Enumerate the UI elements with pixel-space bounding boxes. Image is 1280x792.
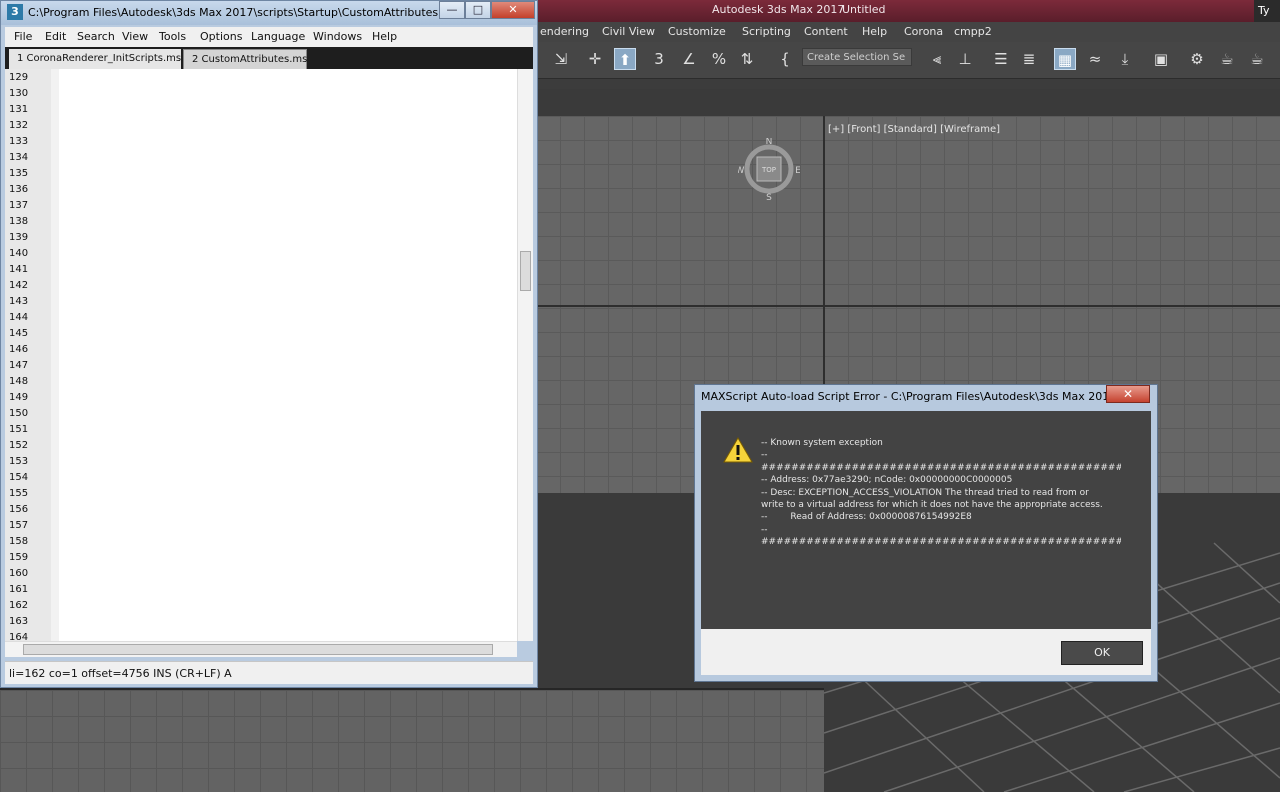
editor-status-bar: li=162 co=1 offset=4756 INS (CR+LF) A xyxy=(5,661,533,684)
menu-tools[interactable]: Tools xyxy=(159,30,186,43)
scene-explorer-icon[interactable]: ☰ xyxy=(990,48,1012,70)
code-area[interactable]: 129 130 131 132 133 134 135 136 137 138 … xyxy=(5,69,517,641)
warning-icon xyxy=(723,437,753,463)
editor-title: C:\Program Files\Autodesk\3ds Max 2017\s… xyxy=(28,6,480,19)
dialog-body: -- Known system exception -- ###########… xyxy=(701,411,1151,629)
editor-tabs: 1 CoronaRenderer_InitScripts.ms 2 Custom… xyxy=(5,47,533,69)
vertical-scrollbar[interactable] xyxy=(517,69,533,641)
editor-menu-bar: File Edit Search View Tools Options Lang… xyxy=(5,27,533,48)
max-menu-rendering[interactable]: endering xyxy=(540,25,589,38)
horizontal-scrollbar[interactable] xyxy=(5,641,517,657)
spinner-snap-icon[interactable]: ⇅ xyxy=(736,48,758,70)
compass-east: E xyxy=(795,166,800,176)
maximize-button[interactable]: □ xyxy=(465,1,491,19)
select-object-icon[interactable]: ⬆ xyxy=(614,48,636,70)
menu-help[interactable]: Help xyxy=(372,30,397,43)
minimize-button[interactable]: — xyxy=(439,1,465,19)
compass-north: N xyxy=(766,138,773,147)
render-setup-icon[interactable]: ⚙ xyxy=(1186,48,1208,70)
menu-search[interactable]: Search xyxy=(77,30,115,43)
max-app-title: Autodesk 3ds Max 2017 xyxy=(712,3,845,16)
dialog-footer: OK xyxy=(701,629,1151,675)
max-menu-scripting[interactable]: Scripting xyxy=(742,25,791,38)
error-message: -- Known system exception -- ###########… xyxy=(761,438,1121,548)
code-lines xyxy=(5,69,517,641)
max-menu-help[interactable]: Help xyxy=(862,25,887,38)
compass-west: W xyxy=(738,166,745,176)
ok-button[interactable]: OK xyxy=(1061,641,1143,665)
max-file-title: Untitled xyxy=(842,3,886,16)
max-menu-corona[interactable]: Corona xyxy=(904,25,943,38)
max-menu-customize[interactable]: Customize xyxy=(668,25,726,38)
selection-set-dropdown[interactable]: Create Selection Se xyxy=(802,48,912,66)
menu-file[interactable]: File xyxy=(14,30,32,43)
viewport-label[interactable]: [+] [Front] [Standard] [Wireframe] xyxy=(828,124,1000,135)
rendered-frame-icon[interactable]: ☕ xyxy=(1216,48,1238,70)
max-menu-civil-view[interactable]: Civil View xyxy=(602,25,655,38)
mirror-icon[interactable]: ⫷ xyxy=(926,48,948,70)
editor-app-icon: 3 xyxy=(7,4,23,20)
schematic-view-icon[interactable]: ⤓ xyxy=(1114,48,1136,70)
maxscript-editor-window: 3 C:\Program Files\Autodesk\3ds Max 2017… xyxy=(0,0,538,688)
compass-south: S xyxy=(766,193,772,200)
editor-title-bar[interactable]: 3 C:\Program Files\Autodesk\3ds Max 2017… xyxy=(1,1,537,25)
close-button[interactable]: ✕ xyxy=(491,1,535,19)
menu-language[interactable]: Language xyxy=(251,30,305,43)
max-title-right: Ty xyxy=(1254,0,1280,22)
move-icon[interactable]: ✛ xyxy=(584,48,606,70)
viewcube-compass-icon[interactable]: TOP N S E W xyxy=(738,138,800,200)
vertical-scroll-thumb[interactable] xyxy=(520,251,531,291)
menu-options[interactable]: Options xyxy=(200,30,242,43)
link-icon[interactable]: ⇲ xyxy=(550,48,572,70)
menu-edit[interactable]: Edit xyxy=(45,30,66,43)
max-menu-cmpp2[interactable]: cmpp2 xyxy=(954,25,992,38)
dialog-close-button[interactable]: ✕ xyxy=(1106,385,1150,403)
angle-snap-icon[interactable]: ∠ xyxy=(678,48,700,70)
edit-named-selections-icon[interactable]: { xyxy=(774,48,796,70)
tab-custom-attributes[interactable]: 2 CustomAttributes.ms xyxy=(183,49,307,69)
menu-view[interactable]: View xyxy=(122,30,148,43)
viewcube-top-label: TOP xyxy=(761,166,776,174)
max-menu-content[interactable]: Content xyxy=(804,25,848,38)
dialog-title: MAXScript Auto-load Script Error - C:\Pr… xyxy=(701,390,1143,403)
ribbon-icon[interactable]: ▦ xyxy=(1054,48,1076,70)
menu-windows[interactable]: Windows xyxy=(313,30,362,43)
left-viewport[interactable] xyxy=(0,690,830,792)
curve-editor-icon[interactable]: ≈ xyxy=(1084,48,1106,70)
tab-corona-init-scripts[interactable]: 1 CoronaRenderer_InitScripts.ms xyxy=(9,49,181,69)
status-text: li=162 co=1 offset=4756 INS (CR+LF) A xyxy=(9,667,232,680)
render-icon[interactable]: ☕ xyxy=(1246,48,1268,70)
layer-explorer-icon[interactable]: ≣ xyxy=(1018,48,1040,70)
horizontal-scroll-thumb[interactable] xyxy=(23,644,493,655)
snap-3d-icon[interactable]: 3 xyxy=(648,48,670,70)
material-editor-icon[interactable]: ▣ xyxy=(1150,48,1172,70)
script-error-dialog: MAXScript Auto-load Script Error - C:\Pr… xyxy=(694,384,1158,682)
viewport-divider-horizontal xyxy=(536,305,1280,307)
align-icon[interactable]: ⊥ xyxy=(954,48,976,70)
percent-snap-icon[interactable]: % xyxy=(708,48,730,70)
